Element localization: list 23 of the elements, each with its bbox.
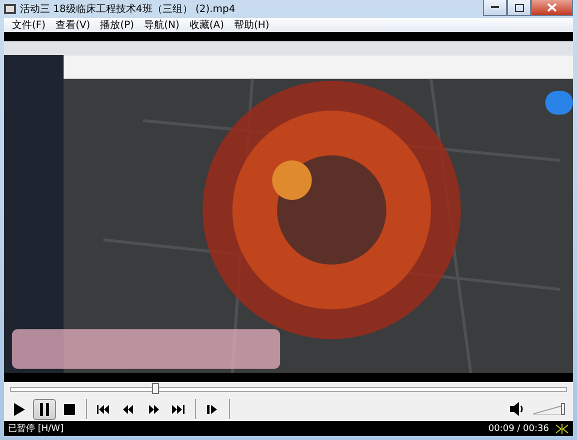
menu-item[interactable]: 收藏(A) [185, 18, 228, 32]
volume-slider[interactable] [533, 403, 565, 415]
app-icon [4, 3, 16, 15]
seek-thumb[interactable] [152, 383, 160, 394]
stop-icon [62, 402, 77, 416]
window-title: 活动三 18级临床工程技术4班（三组） (2).mp4 [20, 2, 236, 16]
menu-item[interactable]: 查看(V) [52, 18, 94, 32]
close-button[interactable] [531, 0, 573, 16]
volume-thumb[interactable] [561, 403, 565, 415]
pause-icon [37, 402, 52, 416]
play-icon [12, 402, 27, 416]
menu-item[interactable]: 帮助(H) [230, 18, 274, 32]
pause-button[interactable] [33, 398, 56, 420]
maximize-icon [514, 4, 524, 12]
close-icon [547, 3, 557, 12]
menu-item[interactable]: 文件(F) [8, 18, 50, 32]
minimize-icon [491, 6, 499, 9]
time-display: 00:09 / 00:36 [488, 424, 549, 434]
menu-item[interactable]: 导航(N) [140, 18, 184, 32]
minimize-button[interactable] [483, 0, 507, 16]
menu-item[interactable]: 播放(P) [96, 18, 138, 32]
status-text: 已暂停 [H/W] [8, 422, 64, 435]
maximize-button[interactable] [507, 0, 531, 16]
